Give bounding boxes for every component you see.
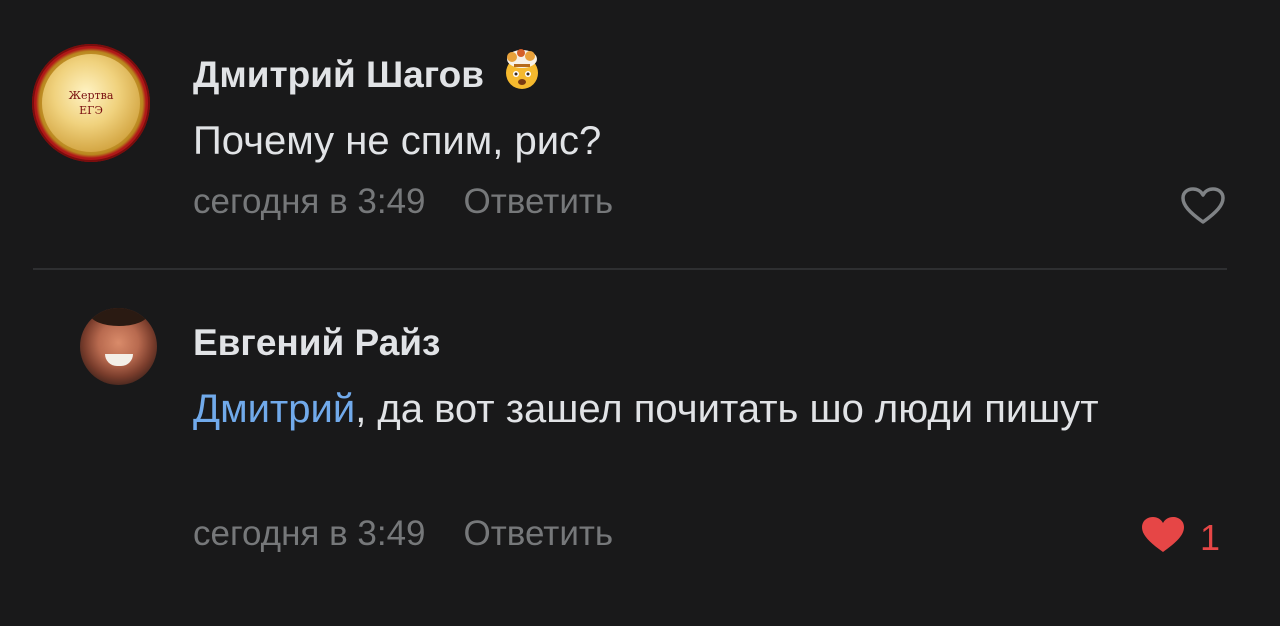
- author-name-text: Дмитрий Шагов: [193, 54, 484, 95]
- avatar[interactable]: Жертва ЕГЭ: [32, 44, 150, 162]
- avatar-badge-text-line2: ЕГЭ: [79, 104, 103, 117]
- like-button[interactable]: [1180, 186, 1240, 231]
- comment-time: сегодня в 3:49: [193, 514, 426, 553]
- mention-link[interactable]: Дмитрий: [193, 387, 355, 431]
- comment-text-body: , да вот зашел почитать шо люди пишут: [355, 387, 1099, 431]
- like-button[interactable]: 1: [1140, 515, 1220, 560]
- author-name[interactable]: Дмитрий Шагов: [193, 49, 544, 101]
- avatar-badge-emblem: Жертва ЕГЭ: [42, 54, 140, 152]
- avatar-hair: [90, 308, 148, 326]
- reply-button[interactable]: Ответить: [464, 514, 614, 553]
- comment-time: сегодня в 3:49: [193, 182, 426, 221]
- like-count: 1: [1200, 516, 1221, 558]
- exploding-head-emoji-icon: [500, 47, 544, 101]
- comment-item: Жертва ЕГЭ Дмитрий Шагов Почему не спим,…: [0, 0, 1280, 268]
- avatar-smile: [105, 354, 133, 366]
- author-name-text: Евгений Райз: [193, 322, 441, 363]
- comment-item: Евгений Райз Дмитрий, да вот зашел почит…: [0, 270, 1280, 626]
- heart-outline-icon: [1180, 186, 1226, 231]
- avatar[interactable]: [80, 308, 157, 385]
- author-name[interactable]: Евгений Райз: [193, 321, 440, 365]
- comment-meta: сегодня в 3:49 Ответить: [193, 180, 613, 224]
- avatar-badge-text-line1: Жертва: [68, 89, 114, 102]
- comment-text: Почему не спим, рис?: [193, 119, 602, 163]
- reply-button[interactable]: Ответить: [464, 182, 614, 221]
- comment-text: Дмитрий, да вот зашел почитать шо люди п…: [193, 378, 1203, 440]
- heart-filled-icon: [1140, 515, 1186, 560]
- comment-meta: сегодня в 3:49 Ответить: [193, 512, 613, 556]
